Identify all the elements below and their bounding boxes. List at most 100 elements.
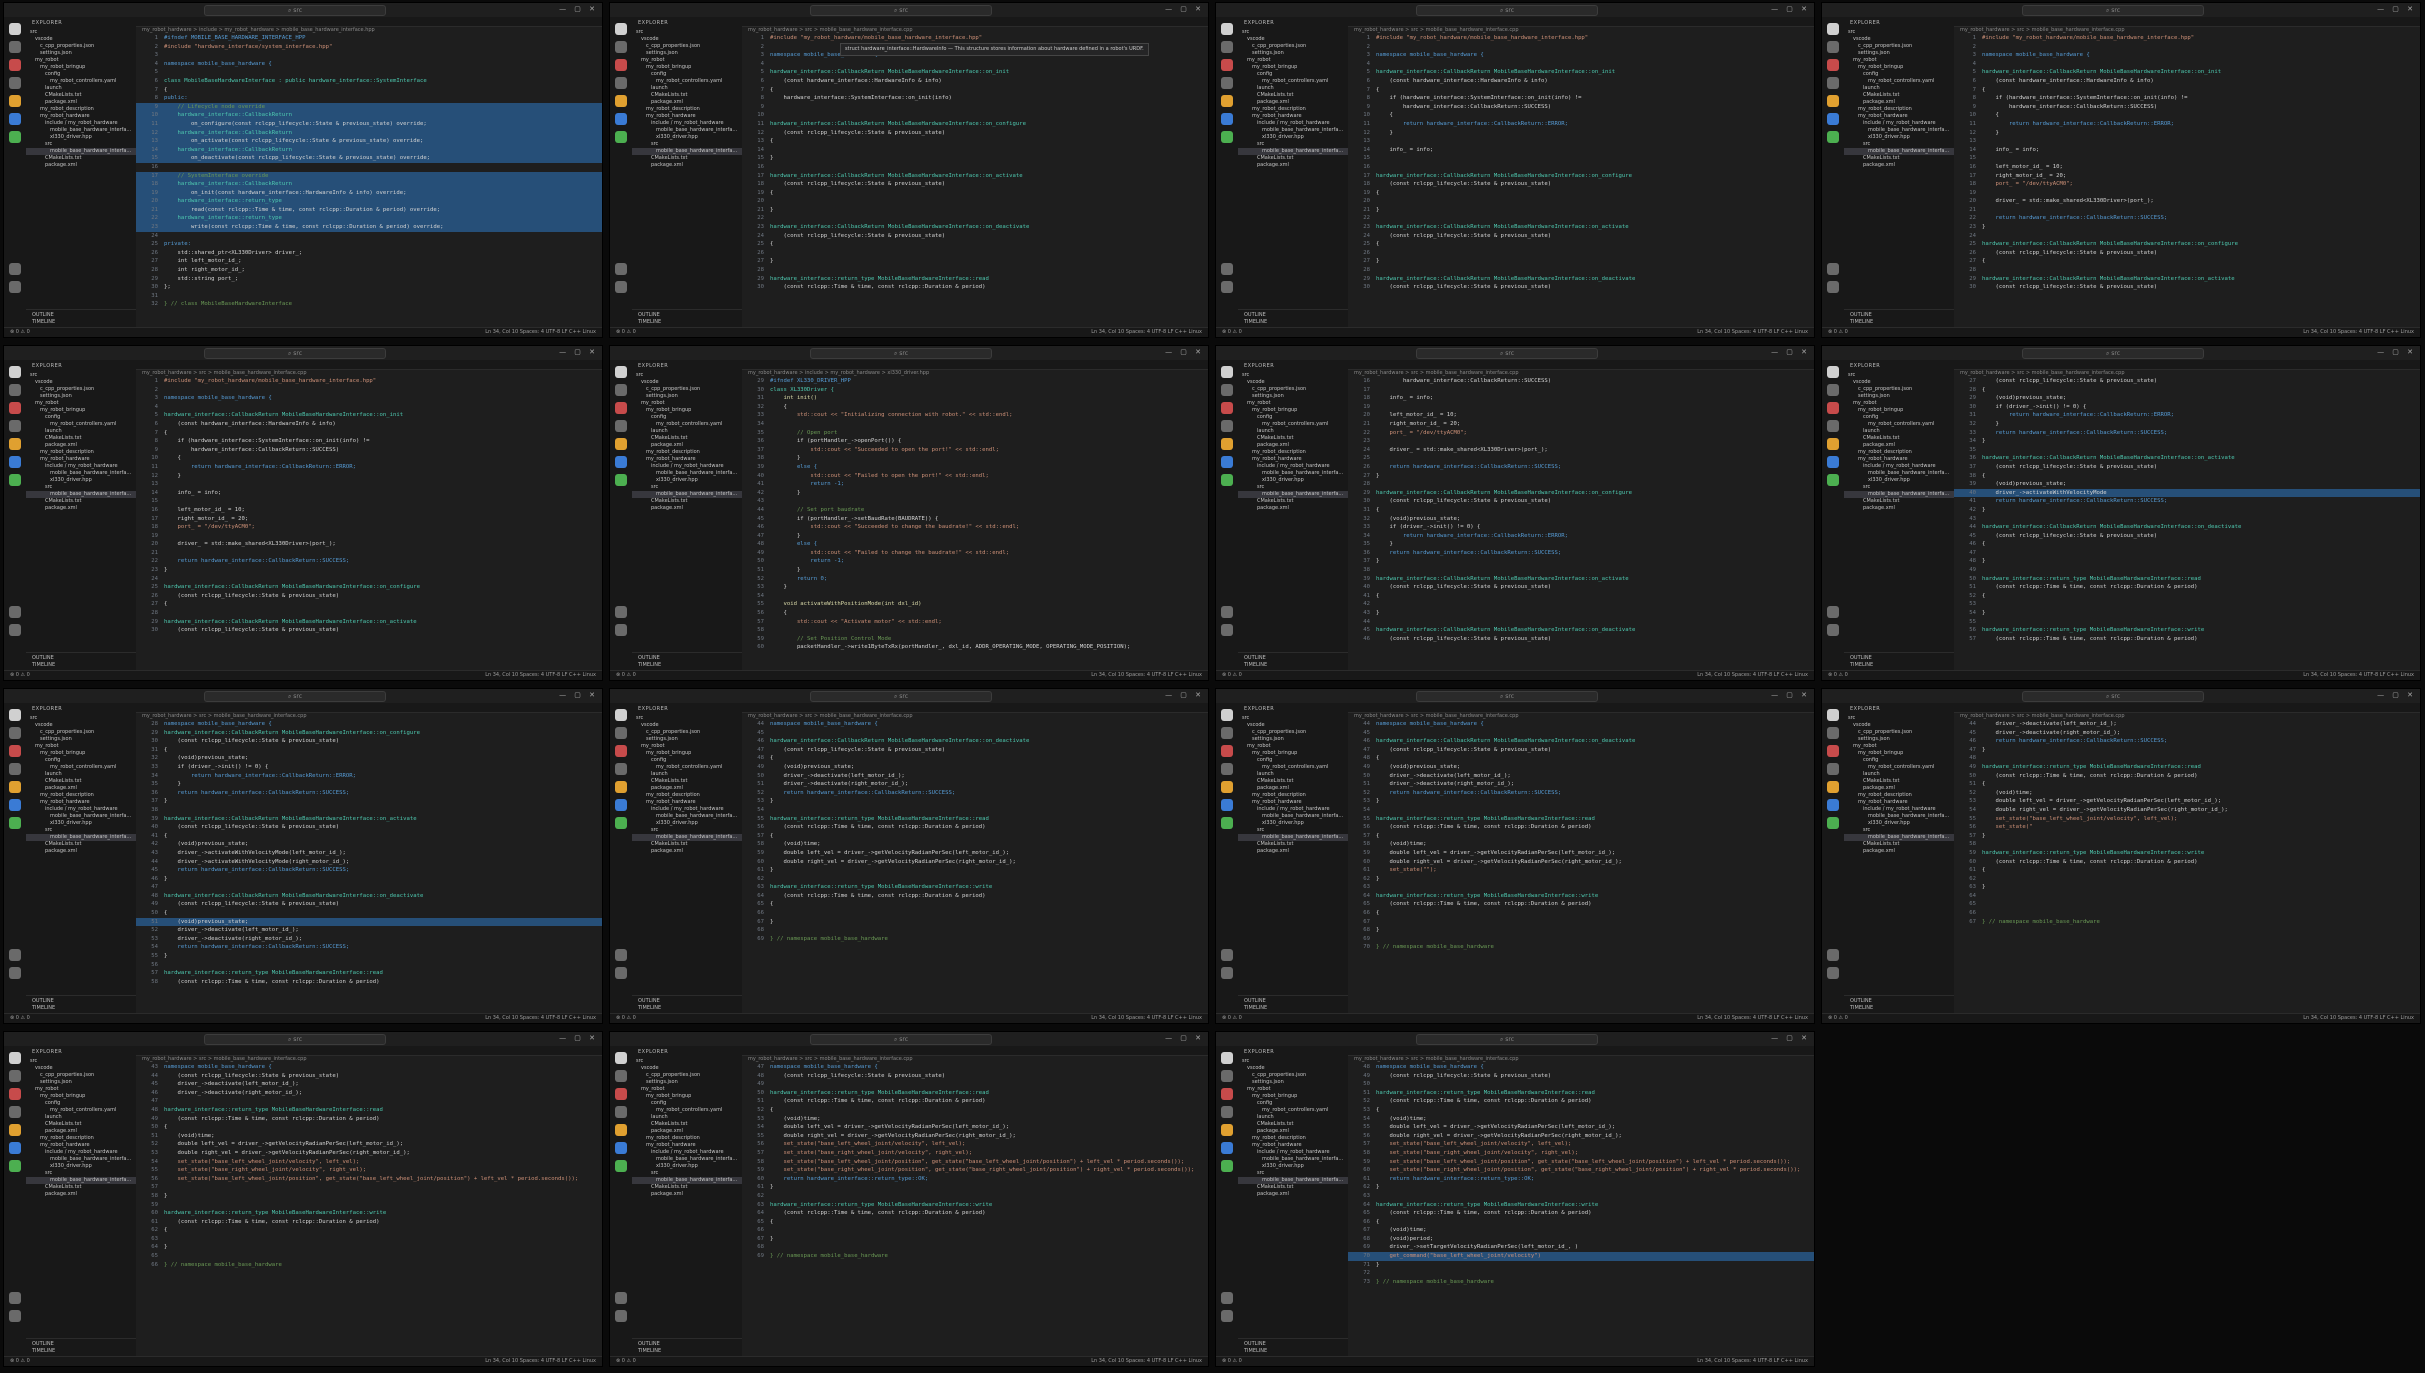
tree-item[interactable]: include / my_robot_hardware [1238, 806, 1348, 813]
code-line[interactable]: 57} [1954, 832, 2420, 841]
run-debug-icon[interactable] [615, 763, 627, 775]
tree-item[interactable]: src [1844, 484, 1954, 491]
code-line[interactable]: 16 [742, 163, 1208, 172]
code-line[interactable]: 14 hardware_interface::CallbackReturn [136, 145, 602, 155]
search-icon[interactable] [1827, 384, 1839, 396]
timeline-section[interactable]: TIMELINE [1244, 662, 1342, 669]
code-line[interactable]: 7{ [136, 86, 602, 95]
code-line[interactable]: 1 #include "my_robot_hardware/mobile_base… [1348, 34, 1814, 43]
code-line[interactable]: 5 hardware_interface::CallbackReturn Mobi… [742, 68, 1208, 77]
tree-item[interactable]: mobile_base_hardware_interfa... [632, 813, 742, 820]
tree-item[interactable]: my_robot_hardware [632, 1142, 742, 1149]
code-line[interactable]: 45 [1348, 729, 1814, 738]
code-area[interactable]: 44 namespace mobile_base_hardware {45 46 ha… [742, 720, 1208, 1014]
code-line[interactable]: 28 [136, 609, 602, 618]
tree-item[interactable]: CMakeLists.txt [1238, 1184, 1348, 1191]
tree-item[interactable]: launch [632, 771, 742, 778]
code-line[interactable]: 48 hardware_interface::return_type Mobile… [136, 1106, 602, 1115]
tree-item[interactable]: src [632, 141, 742, 148]
code-line[interactable]: 22 [1348, 214, 1814, 223]
code-line[interactable]: 42 } [742, 489, 1208, 498]
editor-status[interactable]: Ln 34, Col 10 Spaces: 4 UTF-8 LF C++ Lin… [1091, 1357, 1202, 1366]
tree-item[interactable]: CMakeLists.txt [1238, 498, 1348, 505]
tree-item[interactable]: my_robot_description [1844, 106, 1954, 113]
command-center-search[interactable]: ⌕ src [204, 691, 386, 702]
code-line[interactable]: 29 (void)previous_state; [1954, 394, 2420, 403]
code-area[interactable]: 44 driver_->deactivate(left_motor_id_); 4… [1954, 720, 2420, 1014]
code-line[interactable]: 30}; [136, 283, 602, 292]
extensions-icon[interactable] [1221, 438, 1233, 450]
tree-item[interactable]: package.xml [26, 785, 136, 792]
timeline-section[interactable]: TIMELINE [1850, 319, 1948, 326]
code-line[interactable]: 19{ [1348, 189, 1814, 198]
code-line[interactable]: 38{ [1954, 472, 2420, 481]
code-line[interactable]: 61 (const rclcpp::Time & time, const rcl… [136, 1218, 602, 1227]
tree-item[interactable]: my_robot_controllers.yaml [1238, 764, 1348, 771]
code-line[interactable]: 63 [136, 1235, 602, 1244]
explorer-icon[interactable] [615, 366, 627, 378]
tree-item[interactable]: launch [26, 771, 136, 778]
code-line[interactable]: 10 hardware_interface::CallbackReturn [136, 111, 602, 120]
window-controls[interactable]: — ▢ ✕ [559, 348, 598, 356]
tree-item[interactable]: xl330_driver.hpp [632, 477, 742, 484]
extensions-icon[interactable] [9, 1124, 21, 1136]
code-line[interactable]: 54 [742, 592, 1208, 601]
tree-item[interactable]: package.xml [1844, 848, 1954, 855]
code-line[interactable]: 56 (const rclcpp::Time & time, const rcl… [742, 823, 1208, 832]
gear-icon[interactable] [1221, 624, 1233, 636]
explorer-icon[interactable] [615, 709, 627, 721]
code-line[interactable]: 19 [1954, 189, 2420, 198]
code-line[interactable]: 52{ [742, 1106, 1208, 1115]
source-control-icon[interactable] [1221, 402, 1233, 414]
breadcrumb[interactable]: my_robot_hardware > src > mobile_base_ha… [1348, 713, 1814, 720]
search-icon[interactable] [9, 384, 21, 396]
code-line[interactable]: 54} [1954, 609, 2420, 618]
tree-item[interactable]: my_robot_description [1238, 106, 1348, 113]
tree-item[interactable]: settings.json [1844, 393, 1954, 400]
code-line[interactable]: 6 (const hardware_interface::HardwareInf… [1348, 77, 1814, 86]
code-line[interactable]: 55 hardware_interface::return_type Mobile… [742, 815, 1208, 824]
code-line[interactable]: 22 return hardware_interface::CallbackRe… [136, 557, 602, 566]
gear-icon[interactable] [9, 967, 21, 979]
problems-indicator[interactable]: ⊗ 0 ⚠ 0 [616, 1358, 636, 1364]
docker-icon[interactable] [9, 1160, 21, 1172]
code-line[interactable]: 29 std::string port_; [136, 275, 602, 284]
tree-item[interactable]: my_robot_hardware [26, 456, 136, 463]
code-line[interactable]: 22 [742, 214, 1208, 223]
code-line[interactable]: 51 (const rclcpp::Time & time, const rcl… [1954, 583, 2420, 592]
problems-indicator[interactable]: ⊗ 0 ⚠ 0 [1222, 329, 1242, 335]
explorer-icon[interactable] [615, 1052, 627, 1064]
tree-item[interactable]: include / my_robot_hardware [26, 463, 136, 470]
search-icon[interactable] [1221, 727, 1233, 739]
accounts-icon[interactable] [1827, 606, 1839, 618]
tree-item[interactable]: settings.json [26, 393, 136, 400]
code-line[interactable]: 25 hardware_interface::CallbackReturn Mob… [136, 583, 602, 592]
search-icon[interactable] [9, 1070, 21, 1082]
code-line[interactable]: 65{ [742, 1218, 1208, 1227]
docker-icon[interactable] [615, 131, 627, 143]
tree-item[interactable]: xl330_driver.hpp [1238, 1163, 1348, 1170]
problems-indicator[interactable]: ⊗ 0 ⚠ 0 [1222, 1015, 1242, 1021]
accounts-icon[interactable] [1827, 949, 1839, 961]
code-line[interactable]: 61 set_state(""); [1348, 866, 1814, 875]
code-line[interactable]: 27} [742, 257, 1208, 266]
tree-item[interactable]: src [1238, 372, 1348, 379]
code-line[interactable]: 50 driver_->deactivate(left_motor_id_); [1348, 772, 1814, 781]
code-line[interactable]: 20 left_motor_id_ = 10; [1348, 411, 1814, 420]
ros-icon[interactable] [1827, 456, 1839, 468]
code-line[interactable]: 8 if (hardware_interface::SystemInterfac… [1348, 94, 1814, 103]
ros-icon[interactable] [9, 799, 21, 811]
code-line[interactable]: 32 (void)previous_state; [1348, 515, 1814, 524]
code-line[interactable]: 68 [742, 1243, 1208, 1252]
tree-item[interactable]: include / my_robot_hardware [632, 120, 742, 127]
tree-item[interactable]: my_robot_hardware [632, 456, 742, 463]
code-line[interactable]: 51{ [1954, 780, 2420, 789]
tree-item[interactable]: vscode [26, 1065, 136, 1072]
gear-icon[interactable] [1221, 281, 1233, 293]
code-line[interactable]: 35 [1954, 446, 2420, 455]
code-line[interactable]: 50{ [136, 909, 602, 918]
code-line[interactable]: 50 hardware_interface::return_type Mobile… [1954, 575, 2420, 584]
code-line[interactable]: 33 return hardware_interface::CallbackRe… [1954, 429, 2420, 438]
gear-icon[interactable] [615, 1310, 627, 1322]
tree-item[interactable]: my_robot_hardware [1238, 113, 1348, 120]
